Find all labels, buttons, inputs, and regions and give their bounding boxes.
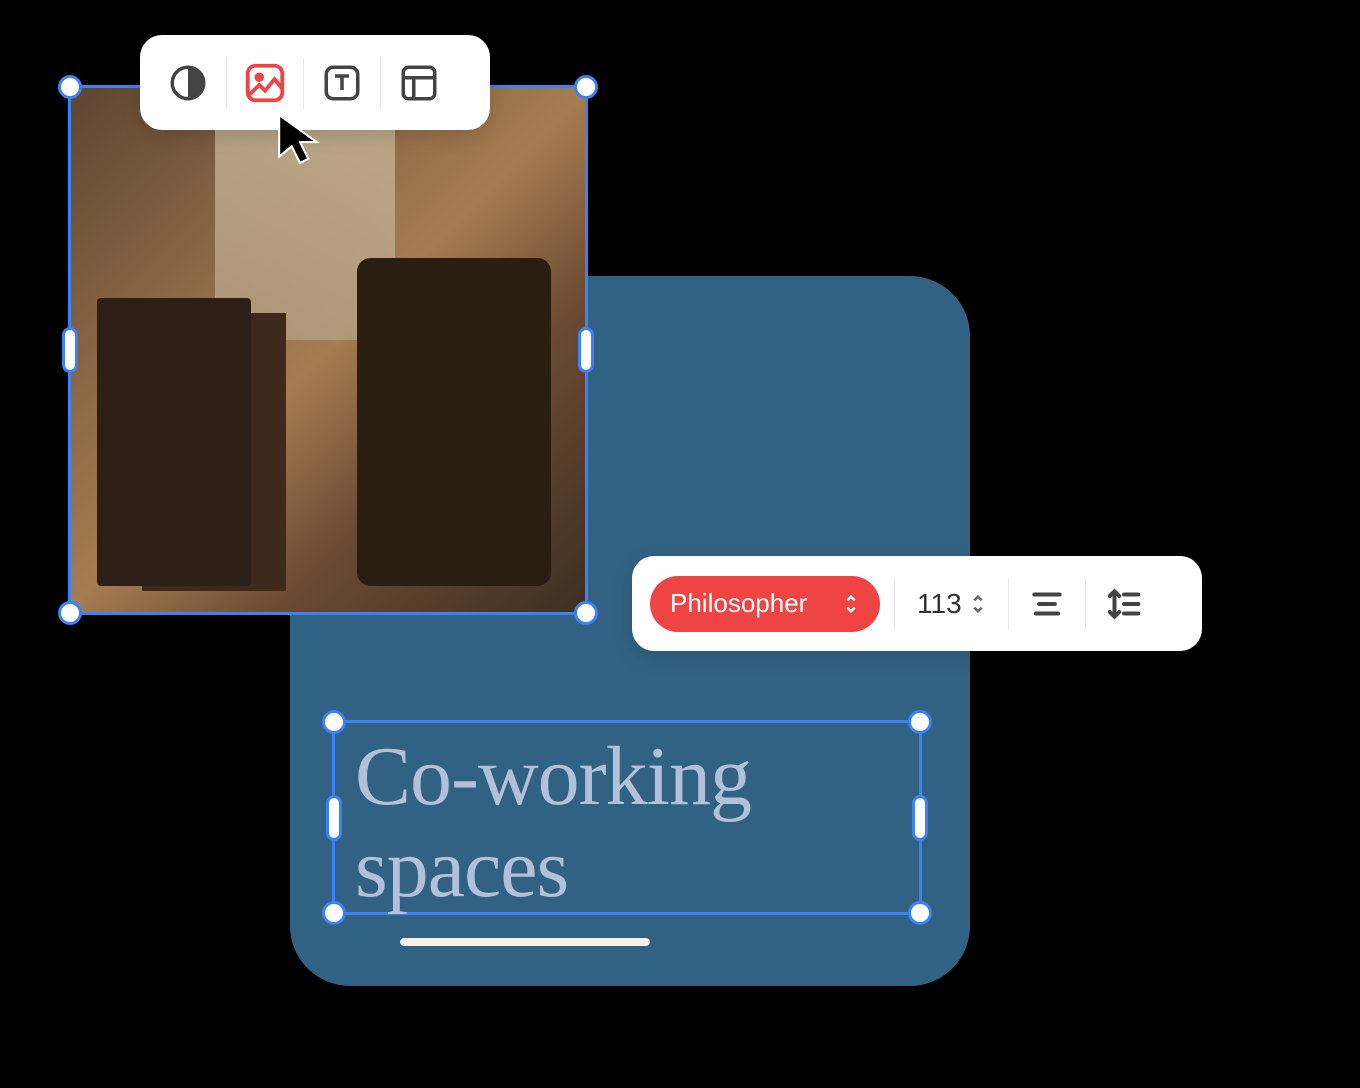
text-icon bbox=[321, 62, 363, 104]
resize-handle-tr[interactable] bbox=[908, 710, 932, 734]
image-icon bbox=[242, 60, 288, 106]
contrast-tool[interactable] bbox=[158, 53, 218, 113]
image-tool[interactable] bbox=[235, 53, 295, 113]
resize-handle-br[interactable] bbox=[908, 901, 932, 925]
underline-decoration bbox=[400, 938, 650, 946]
font-size-stepper[interactable]: 113 bbox=[909, 588, 994, 620]
divider bbox=[1008, 578, 1009, 630]
resize-handle-bl[interactable] bbox=[58, 601, 82, 625]
chevron-updown-icon bbox=[842, 593, 860, 615]
resize-handle-bl[interactable] bbox=[322, 901, 346, 925]
resize-handle-tl[interactable] bbox=[58, 75, 82, 99]
align-center-button[interactable] bbox=[1023, 580, 1071, 628]
divider bbox=[226, 57, 227, 109]
layout-tool[interactable] bbox=[389, 53, 449, 113]
text-content: Co-working spaces bbox=[335, 723, 919, 924]
contrast-icon bbox=[167, 62, 209, 104]
resize-handle-ml[interactable] bbox=[62, 327, 78, 373]
resize-handle-tr[interactable] bbox=[574, 75, 598, 99]
resize-handle-mr[interactable] bbox=[578, 327, 594, 373]
divider bbox=[380, 57, 381, 109]
cursor-icon bbox=[275, 110, 325, 175]
text-toolbar: Philosopher 113 bbox=[632, 556, 1202, 651]
layout-icon bbox=[398, 62, 440, 104]
line-spacing-button[interactable] bbox=[1100, 580, 1148, 628]
align-center-icon bbox=[1028, 585, 1066, 623]
text-tool[interactable] bbox=[312, 53, 372, 113]
resize-handle-mr[interactable] bbox=[912, 795, 928, 841]
chevron-updown-icon bbox=[970, 593, 986, 615]
font-name-label: Philosopher bbox=[670, 588, 807, 619]
resize-handle-br[interactable] bbox=[574, 601, 598, 625]
selected-text-frame[interactable]: Co-working spaces bbox=[332, 720, 922, 915]
font-family-selector[interactable]: Philosopher bbox=[650, 576, 880, 632]
divider bbox=[303, 57, 304, 109]
resize-handle-tl[interactable] bbox=[322, 710, 346, 734]
selected-image-frame[interactable] bbox=[68, 85, 588, 615]
image-content bbox=[71, 88, 585, 612]
resize-handle-ml[interactable] bbox=[326, 795, 342, 841]
divider bbox=[1085, 578, 1086, 630]
line-spacing-icon bbox=[1105, 585, 1143, 623]
divider bbox=[894, 578, 895, 630]
font-size-value: 113 bbox=[917, 588, 962, 620]
